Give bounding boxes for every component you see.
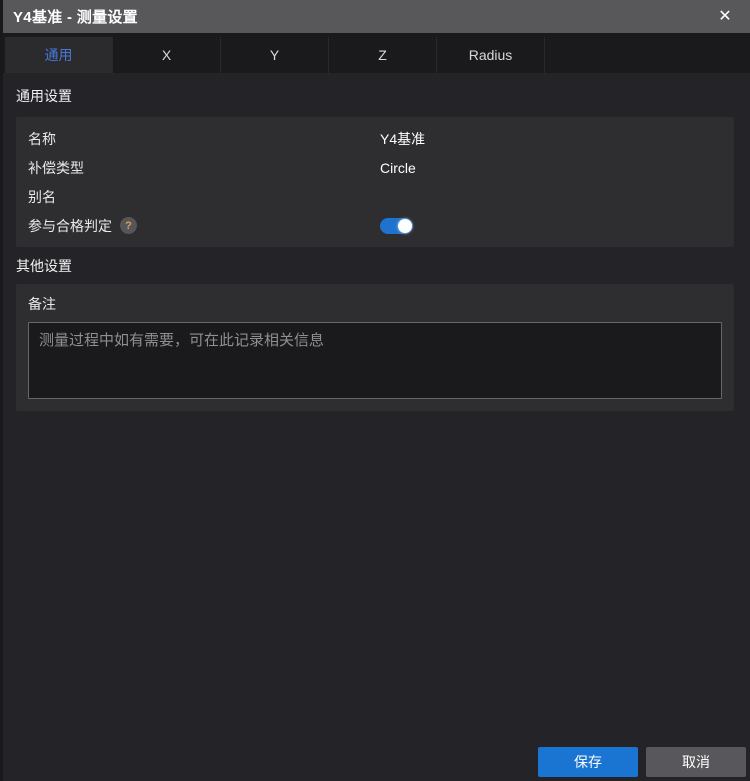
alias-label: 别名: [28, 188, 56, 205]
row-alias: 别名: [28, 182, 722, 211]
other-settings-panel: 备注: [16, 284, 734, 411]
name-value: Y4基准: [380, 130, 426, 147]
dialog-title: Y4基准 - 测量设置: [13, 9, 138, 26]
dialog-titlebar: Y4基准 - 测量设置 ✕: [0, 0, 750, 33]
name-label: 名称: [28, 130, 56, 147]
remark-label: 备注: [28, 296, 56, 312]
tab-z[interactable]: Z: [329, 37, 437, 73]
compensation-type-label: 补偿类型: [28, 159, 84, 176]
row-name: 名称 Y4基准: [28, 124, 722, 153]
general-settings-panel: 名称 Y4基准 补偿类型 Circle 别名 参与合格判定 ?: [16, 117, 734, 247]
close-icon[interactable]: ✕: [714, 6, 736, 28]
pass-judgment-toggle[interactable]: [380, 217, 413, 234]
tab-general[interactable]: 通用: [5, 37, 113, 73]
tab-bar: 通用 X Y Z Radius: [0, 33, 750, 73]
tab-x[interactable]: X: [113, 37, 221, 73]
compensation-type-value: Circle: [380, 159, 416, 176]
footer-actions: 保存 取消: [538, 747, 746, 777]
general-section-title: 通用设置: [16, 88, 72, 104]
row-compensation-type: 补偿类型 Circle: [28, 153, 722, 182]
remark-input[interactable]: [28, 322, 722, 399]
pass-judgment-label: 参与合格判定 ?: [28, 216, 380, 236]
window-left-edge: [0, 0, 3, 781]
row-pass-judgment: 参与合格判定 ?: [28, 211, 722, 240]
tab-radius[interactable]: Radius: [437, 37, 545, 73]
tab-y[interactable]: Y: [221, 37, 329, 73]
pass-judgment-label-text: 参与合格判定: [28, 217, 112, 234]
help-icon[interactable]: ?: [120, 217, 137, 234]
other-section-title: 其他设置: [16, 258, 72, 274]
save-button[interactable]: 保存: [538, 747, 638, 777]
toggle-knob-icon: [398, 218, 412, 233]
cancel-button[interactable]: 取消: [646, 747, 746, 777]
